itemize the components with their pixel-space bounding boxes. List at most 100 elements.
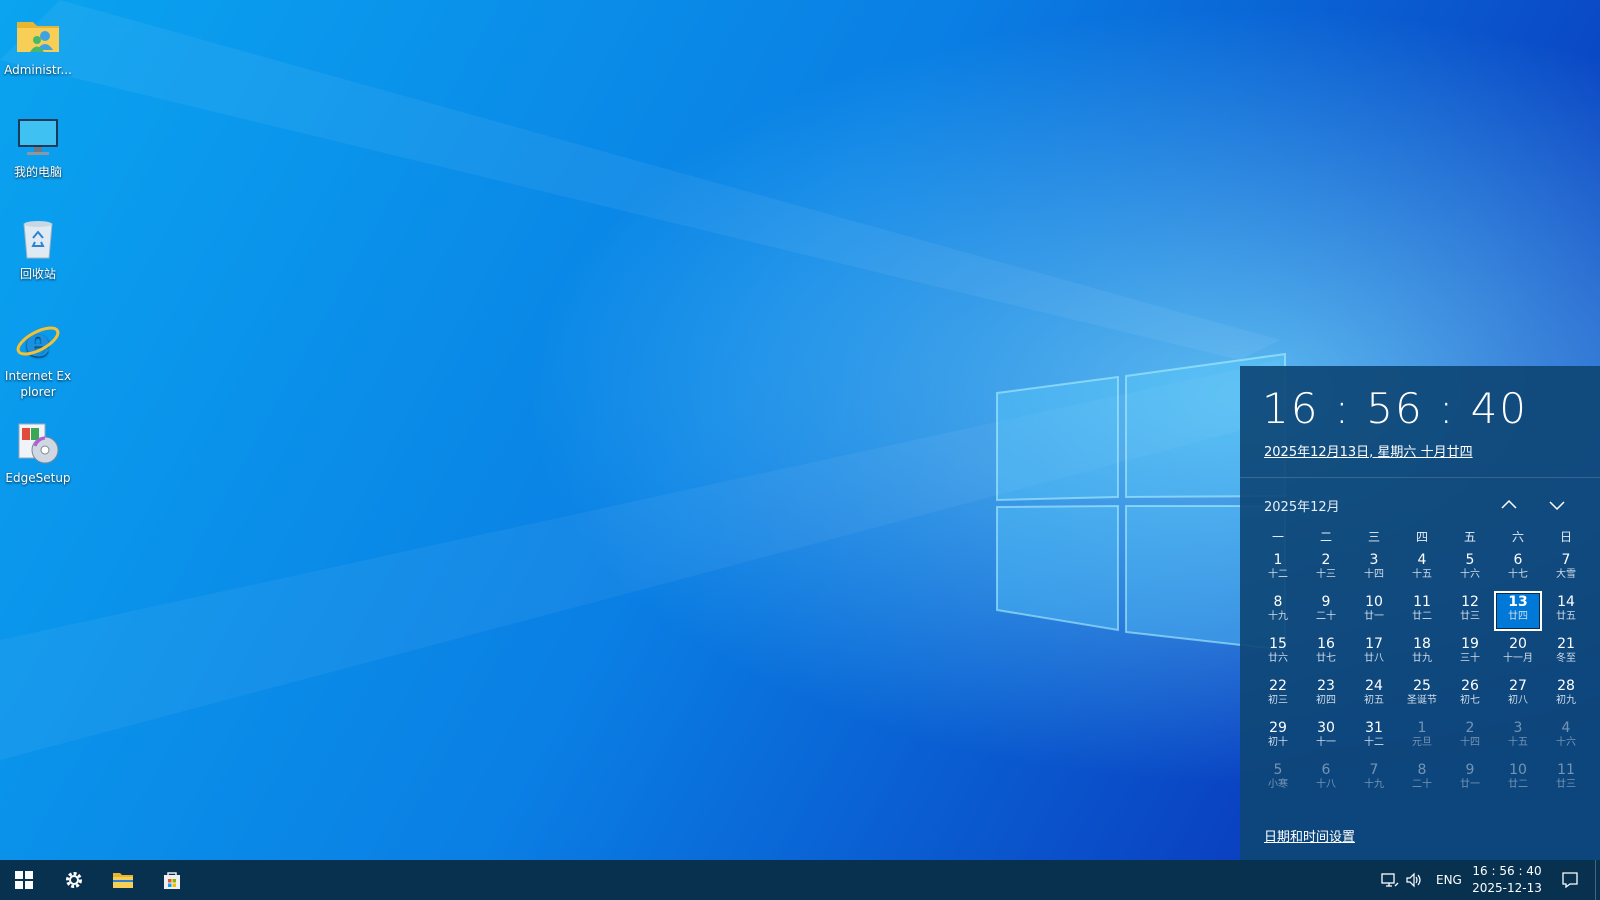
calendar-day-number: 25 [1413,678,1431,694]
calendar-day[interactable]: 10 廿一 [1350,591,1398,631]
taskbar-settings-button[interactable] [50,860,98,900]
calendar-day-number: 4 [1561,720,1571,736]
calendar-day-today[interactable]: 13 廿四 [1494,591,1542,631]
calendar-day[interactable]: 5 十六 [1446,549,1494,589]
calendar-prev-button[interactable] [1494,490,1524,520]
calendar-day-number: 16 [1317,636,1335,652]
calendar-day[interactable]: 5 小寒 [1254,759,1302,799]
date-time-settings-link[interactable]: 日期和时间设置 [1264,826,1355,845]
calendar-day[interactable]: 11 廿二 [1398,591,1446,631]
gear-icon [66,872,82,888]
action-center-button[interactable] [1552,860,1588,900]
calendar-day-number: 1 [1273,552,1283,568]
calendar-day[interactable]: 21 冬至 [1542,633,1590,673]
store-icon [164,872,180,889]
calendar-day[interactable]: 2 十三 [1302,549,1350,589]
calendar-day[interactable]: 3 十五 [1494,717,1542,757]
calendar-day[interactable]: 31 十二 [1350,717,1398,757]
calendar-day[interactable]: 3 十四 [1350,549,1398,589]
desktop-icon-user-folder[interactable]: Administr... [2,10,74,78]
calendar-day[interactable]: 28 初九 [1542,675,1590,715]
calendar-day-number: 6 [1321,762,1331,778]
calendar-day[interactable]: 12 廿三 [1446,591,1494,631]
calendar-month-label[interactable]: 2025年12月 [1264,496,1340,515]
calendar-day[interactable]: 6 十七 [1494,549,1542,589]
desktop-icon-my-computer[interactable]: 我的电脑 [2,112,74,180]
weekday-header-row: 一 二 三 四 五 六 日 [1254,526,1590,548]
taskbar-store-button[interactable] [148,860,196,900]
calendar-day[interactable]: 17 廿八 [1350,633,1398,673]
calendar-day[interactable]: 10 廿二 [1494,759,1542,799]
network-icon [1381,873,1399,887]
calendar-day[interactable]: 23 初四 [1302,675,1350,715]
calendar-day[interactable]: 4 十六 [1542,717,1590,757]
calendar-day[interactable]: 6 十八 [1302,759,1350,799]
calendar-day[interactable]: 25 圣诞节 [1398,675,1446,715]
calendar-lunar-label: 廿三 [1556,779,1576,790]
calendar-day[interactable]: 7 十九 [1350,759,1398,799]
calendar-day[interactable]: 19 三十 [1446,633,1494,673]
calendar-day-number: 5 [1273,762,1283,778]
taskbar-file-explorer-button[interactable] [99,860,147,900]
calendar-day-number: 10 [1509,762,1527,778]
calendar-lunar-label: 廿一 [1364,611,1384,622]
start-button[interactable] [0,860,48,900]
desktop-icon-label: 回收站 [19,267,56,281]
calendar-day[interactable]: 16 廿七 [1302,633,1350,673]
calendar-day-number: 30 [1317,720,1335,736]
calendar-day[interactable]: 9 二十 [1302,591,1350,631]
notification-icon [1562,872,1578,889]
computer-icon [18,119,58,155]
calendar-lunar-label: 廿六 [1268,653,1288,664]
calendar-day-number: 3 [1513,720,1523,736]
calendar-day[interactable]: 1 元旦 [1398,717,1446,757]
calendar-lunar-label: 廿一 [1460,779,1480,790]
calendar-day-number: 3 [1369,552,1379,568]
calendar-day[interactable]: 8 十九 [1254,591,1302,631]
calendar-lunar-label: 十二 [1268,569,1288,580]
calendar-day[interactable]: 14 廿五 [1542,591,1590,631]
calendar-day[interactable]: 22 初三 [1254,675,1302,715]
calendar-next-button[interactable] [1542,490,1572,520]
calendar-day[interactable]: 2 十四 [1446,717,1494,757]
windows-logo-icon [15,871,33,889]
calendar-day[interactable]: 26 初七 [1446,675,1494,715]
calendar-day[interactable]: 7 大雪 [1542,549,1590,589]
calendar-day[interactable]: 8 二十 [1398,759,1446,799]
calendar-day[interactable]: 11 廿三 [1542,759,1590,799]
calendar-day[interactable]: 30 十一 [1302,717,1350,757]
calendar-day[interactable]: 4 十五 [1398,549,1446,589]
weekday-label: 六 [1511,530,1524,544]
calendar-day[interactable]: 18 廿九 [1398,633,1446,673]
input-language-indicator[interactable]: ENG [1436,860,1462,900]
calendar-day-number: 5 [1465,552,1475,568]
calendar-day-number: 1 [1417,720,1427,736]
desktop-icon-label: 我的电脑 [13,165,62,179]
calendar-lunar-label: 十四 [1364,569,1384,580]
calendar-day[interactable]: 27 初八 [1494,675,1542,715]
calendar-lunar-label: 初七 [1460,695,1480,706]
calendar-lunar-label: 十九 [1268,611,1288,622]
calendar-day[interactable]: 24 初五 [1350,675,1398,715]
calendar-lunar-label: 十五 [1508,737,1528,748]
calendar-lunar-label: 廿二 [1508,779,1528,790]
edge-setup-icon [18,423,59,464]
calendar-lunar-label: 廿三 [1460,611,1480,622]
desktop-icon-internet-explorer[interactable]: e Internet Explorer [2,316,74,400]
calendar-day[interactable]: 1 十二 [1254,549,1302,589]
calendar-day[interactable]: 9 廿一 [1446,759,1494,799]
network-tray-button[interactable] [1379,870,1401,890]
calendar-day-number: 4 [1417,552,1427,568]
show-desktop-button[interactable] [1595,860,1600,900]
volume-tray-button[interactable] [1403,870,1425,890]
calendar-day[interactable]: 15 廿六 [1254,633,1302,673]
calendar-day[interactable]: 29 初十 [1254,717,1302,757]
taskbar-clock[interactable]: 16 : 56 : 40 2025-12-13 [1462,863,1552,897]
calendar-week-row: 1 十二 2 十三 3 十四 4 十五 5 十六 6 十七 7 大雪 [1254,548,1590,590]
desktop-icon-edge-setup[interactable]: EdgeSetup [2,418,74,486]
desktop-icon-recycle-bin[interactable]: 回收站 [2,214,74,282]
flyout-date-link[interactable]: 2025年12月13日, 星期六 十月廿四 [1264,441,1473,460]
calendar-day-number: 11 [1557,762,1575,778]
svg-text:e: e [25,319,50,366]
calendar-day[interactable]: 20 十一月 [1494,633,1542,673]
